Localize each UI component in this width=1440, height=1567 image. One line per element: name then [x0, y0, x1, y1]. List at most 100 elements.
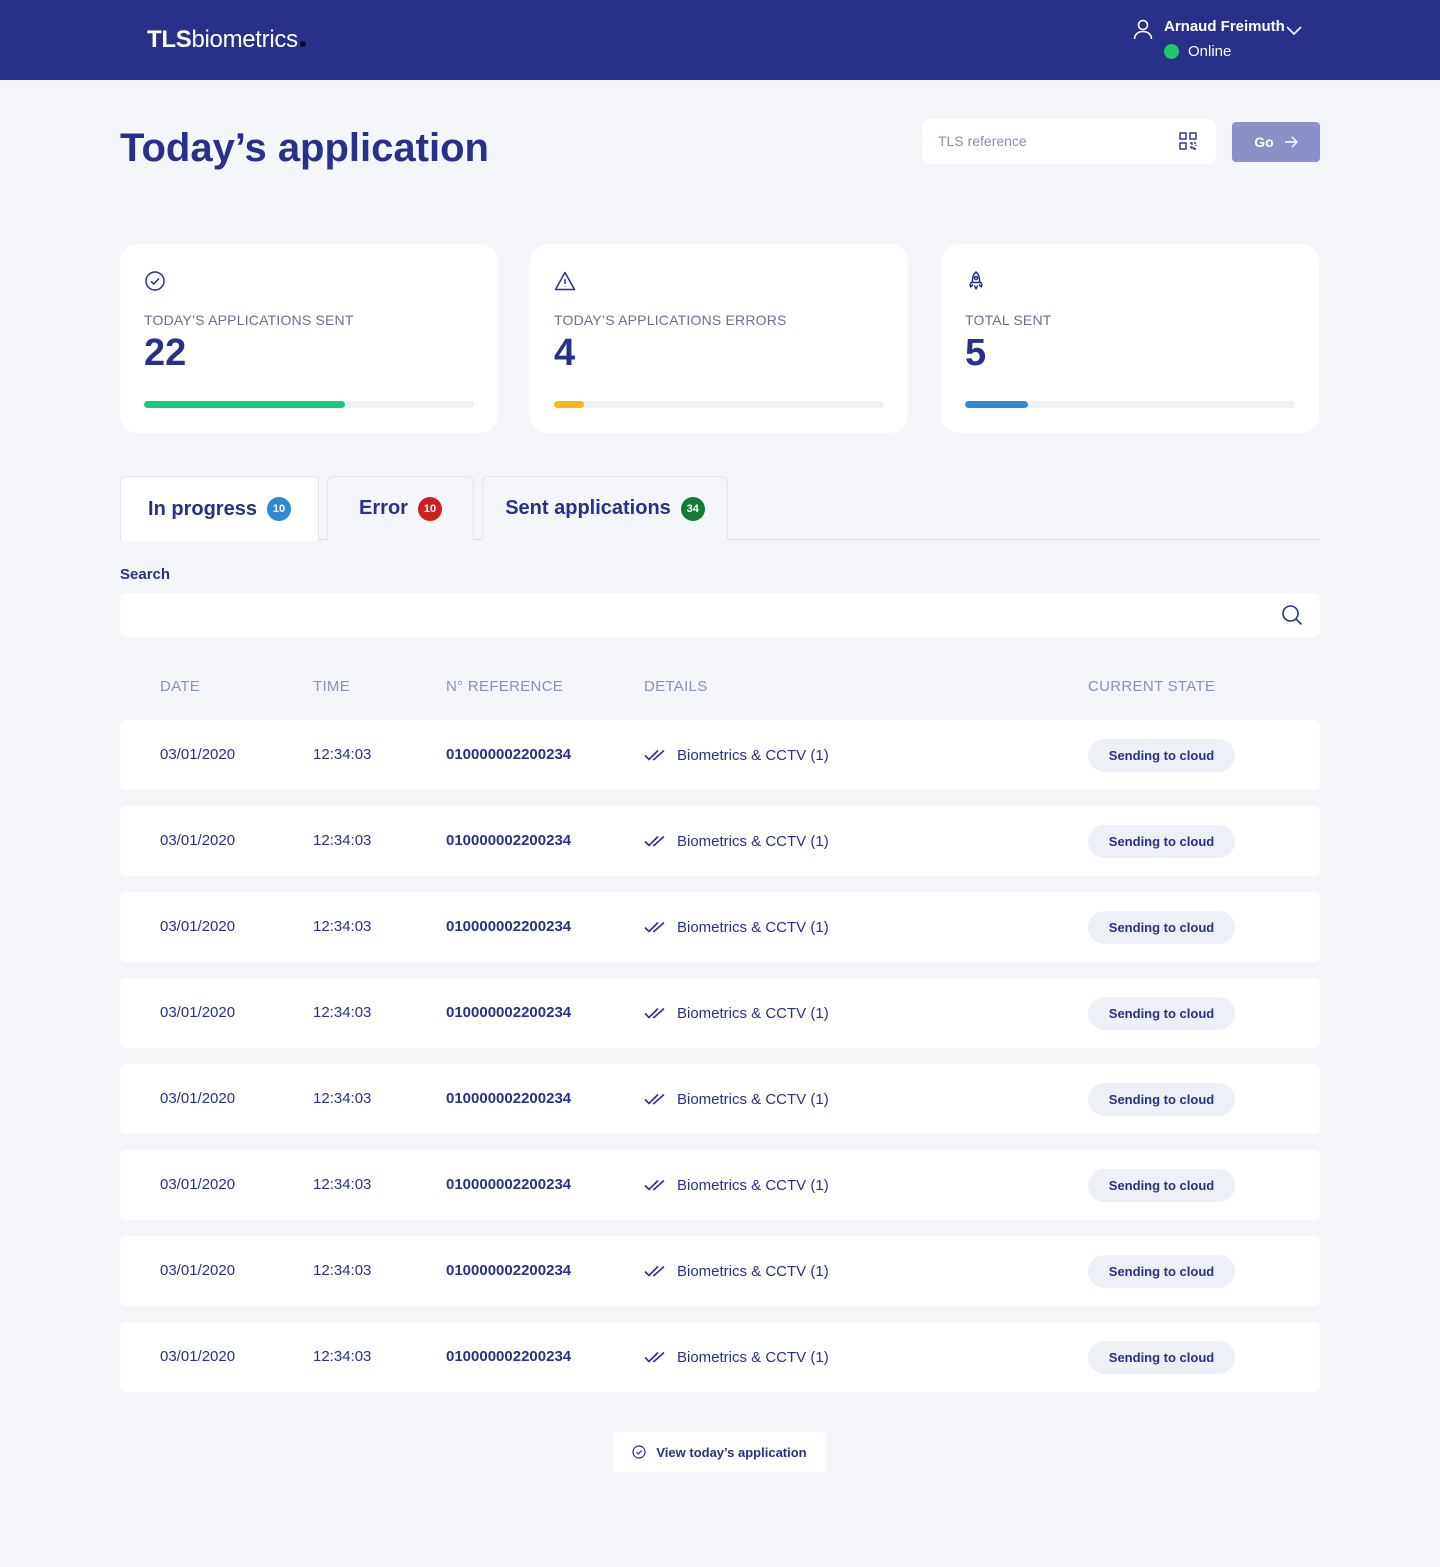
state-badge: Sending to cloud [1088, 1083, 1235, 1116]
brand-logo[interactable]: TLSbiometrics [147, 26, 306, 54]
tab-label: Error [359, 497, 408, 519]
double-check-icon [644, 835, 665, 847]
tls-reference-input[interactable] [938, 130, 1168, 152]
row-reference[interactable]: 010000002200234 [446, 1348, 571, 1365]
stat-label: TODAY’S APPLICATIONS ERRORS [554, 312, 787, 328]
go-button[interactable]: Go [1232, 122, 1320, 162]
row-time: 12:34:03 [313, 1262, 372, 1279]
table-row[interactable]: 03/01/2020 12:34:03 010000002200234 Biom… [120, 892, 1320, 962]
row-details: Biometrics & CCTV (1) [644, 916, 829, 938]
table-row[interactable]: 03/01/2020 12:34:03 010000002200234 Biom… [120, 1322, 1320, 1392]
details-text: Biometrics & CCTV (1) [677, 746, 829, 764]
search-input[interactable] [136, 603, 1266, 627]
table-row[interactable]: 03/01/2020 12:34:03 010000002200234 Biom… [120, 806, 1320, 876]
row-date: 03/01/2020 [160, 1262, 236, 1279]
details-text: Biometrics & CCTV (1) [677, 1262, 829, 1280]
warning-icon [554, 271, 576, 291]
column-header-details: DETAILS [644, 678, 708, 695]
details-text: Biometrics & CCTV (1) [677, 832, 829, 850]
progress-track [144, 401, 474, 408]
count-badge: 10 [417, 496, 442, 521]
view-todays-application-button[interactable]: View today’s application [613, 1432, 826, 1472]
state-badge: Sending to cloud [1088, 911, 1235, 944]
progress-fill [144, 401, 346, 408]
row-details: Biometrics & CCTV (1) [644, 1088, 829, 1110]
page-title: Today’s application [120, 126, 489, 170]
search-label: Search [120, 566, 171, 583]
double-check-icon [644, 1265, 665, 1277]
count-badge: 10 [266, 497, 291, 521]
user-name: Arnaud Freimuth [1164, 18, 1285, 35]
table-row[interactable]: 03/01/2020 12:34:03 010000002200234 Biom… [120, 1150, 1320, 1220]
double-check-icon [644, 1351, 665, 1363]
row-reference[interactable]: 010000002200234 [446, 918, 571, 935]
row-time: 12:34:03 [313, 1004, 372, 1021]
stat-card-total: TOTAL SENT 5 [941, 244, 1319, 433]
state-badge: Sending to cloud [1088, 739, 1235, 772]
stat-card-errors: TODAY’S APPLICATIONS ERRORS 4 [530, 244, 908, 433]
progress-track [965, 401, 1295, 408]
row-details: Biometrics & CCTV (1) [644, 1002, 829, 1024]
row-details: Biometrics & CCTV (1) [644, 1346, 829, 1368]
row-reference[interactable]: 010000002200234 [446, 1176, 571, 1193]
search-icon[interactable] [1281, 604, 1303, 626]
row-reference[interactable]: 010000002200234 [446, 832, 571, 849]
user-icon [1133, 19, 1153, 40]
row-reference[interactable]: 010000002200234 [446, 1004, 571, 1021]
table-row[interactable]: 03/01/2020 12:34:03 010000002200234 Biom… [120, 1236, 1320, 1306]
state-badge: Sending to cloud [1088, 997, 1235, 1030]
stat-label: TODAY’S APPLICATIONS SENT [144, 312, 354, 328]
progress-fill [554, 401, 584, 408]
details-text: Biometrics & CCTV (1) [677, 1090, 829, 1108]
go-label: Go [1254, 134, 1274, 150]
row-date: 03/01/2020 [160, 1176, 236, 1193]
column-header-date: DATE [160, 678, 201, 695]
top-bar: TLSbiometrics Arnaud Freimuth Online [0, 0, 1440, 80]
double-check-icon [644, 1007, 665, 1019]
row-reference[interactable]: 010000002200234 [446, 746, 571, 763]
count-badge: 34 [680, 496, 705, 521]
double-check-icon [644, 921, 665, 933]
tab-sent-applications[interactable]: Sent applications 34 [482, 476, 728, 540]
online-status-text: Online [1188, 43, 1232, 60]
column-header-time: TIME [313, 678, 351, 695]
row-date: 03/01/2020 [160, 1348, 236, 1365]
double-check-icon [644, 1179, 665, 1191]
details-text: Biometrics & CCTV (1) [677, 1004, 829, 1022]
details-text: Biometrics & CCTV (1) [677, 1348, 829, 1366]
tab-label: In progress [148, 497, 257, 520]
row-details: Biometrics & CCTV (1) [644, 1260, 829, 1282]
double-check-icon [644, 749, 665, 761]
row-time: 12:34:03 [313, 746, 372, 763]
tab-bar: In progress 10 Error 10 Sent application… [120, 476, 1320, 541]
tab-in-progress[interactable]: In progress 10 [120, 476, 319, 541]
table-row[interactable]: 03/01/2020 12:34:03 010000002200234 Biom… [120, 978, 1320, 1048]
row-time: 12:34:03 [313, 1090, 372, 1107]
row-date: 03/01/2020 [160, 1090, 236, 1107]
row-time: 12:34:03 [313, 1176, 372, 1193]
details-text: Biometrics & CCTV (1) [677, 1176, 829, 1194]
row-date: 03/01/2020 [160, 832, 236, 849]
column-header-reference: N° REFERENCE [446, 678, 564, 695]
user-menu[interactable]: Arnaud Freimuth Online [1132, 16, 1322, 64]
row-details: Biometrics & CCTV (1) [644, 1174, 829, 1196]
row-reference[interactable]: 010000002200234 [446, 1262, 571, 1279]
row-time: 12:34:03 [313, 918, 372, 935]
row-date: 03/01/2020 [160, 918, 236, 935]
chevron-down-icon[interactable] [1284, 20, 1304, 40]
tls-reference-box [922, 119, 1216, 164]
stat-value: 22 [144, 332, 187, 374]
check-circle-icon [632, 1445, 646, 1459]
qr-code-icon[interactable] [1179, 132, 1197, 150]
row-reference[interactable]: 010000002200234 [446, 1090, 571, 1107]
table-row[interactable]: 03/01/2020 12:34:03 010000002200234 Biom… [120, 1064, 1320, 1134]
rocket-icon [969, 271, 983, 290]
progress-fill [965, 401, 1028, 408]
table-row[interactable]: 03/01/2020 12:34:03 010000002200234 Biom… [120, 720, 1320, 790]
stat-value: 4 [554, 332, 576, 374]
state-badge: Sending to cloud [1088, 1255, 1235, 1288]
view-label: View today’s application [656, 1444, 807, 1460]
progress-track [554, 401, 884, 408]
tab-error[interactable]: Error 10 [327, 476, 474, 540]
row-details: Biometrics & CCTV (1) [644, 744, 829, 766]
